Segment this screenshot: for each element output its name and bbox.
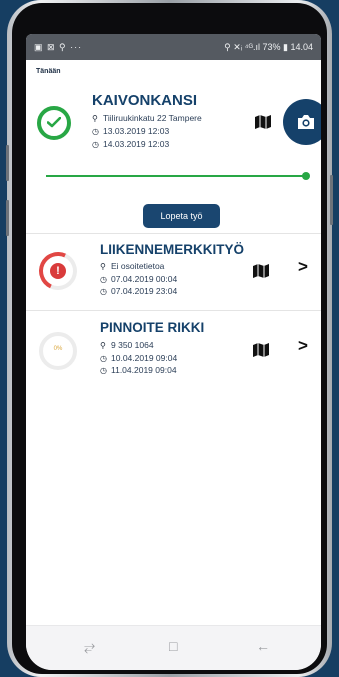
home-icon[interactable]: □ [169, 638, 177, 654]
divider [26, 310, 321, 311]
clock-end-icon: ◷ [100, 287, 107, 296]
status-system-info: ⚲ ✕ᵢ ⁴ᴳ.ıl 73% ▮ 14.04 [224, 42, 313, 52]
stop-work-button[interactable]: Lopeta työ [143, 204, 220, 228]
map-icon[interactable] [254, 114, 272, 130]
back-icon[interactable]: ← [256, 638, 270, 654]
progress-percent: 0% [53, 346, 63, 352]
divider [26, 233, 321, 234]
map-icon[interactable] [252, 263, 270, 279]
warning-status-ring: ! [33, 246, 83, 296]
location-pin-icon: ⚲ [100, 341, 106, 350]
active-task-address: ⚲ Tiiliruukinkatu 22 Tampere [92, 113, 202, 123]
clock-end-icon: ◷ [92, 140, 99, 149]
chevron-right-icon[interactable]: > [298, 336, 308, 356]
task-start-time: ◷ 10.04.2019 09:04 [100, 353, 178, 363]
status-notification-icons: ▣ ⊠ ⚲ ··· [34, 42, 83, 52]
status-bar: ▣ ⊠ ⚲ ··· ⚲ ✕ᵢ ⁴ᴳ.ıl 73% ▮ 14.04 [26, 34, 321, 60]
task-title[interactable]: LIIKENNEMERKKITYÖ [100, 242, 244, 257]
camera-icon [298, 115, 314, 129]
location-pin-icon: ⚲ [100, 262, 106, 271]
camera-button[interactable] [283, 99, 321, 145]
task-end-time: ◷ 11.04.2019 09:04 [100, 365, 177, 375]
clock-start-icon: ◷ [100, 354, 107, 363]
section-label-today: Tänään [36, 68, 61, 75]
task-title[interactable]: PINNOITE RIKKI [100, 320, 204, 335]
clock-start-icon: ◷ [100, 275, 107, 284]
task-address: ⚲ 9 350 1064 [100, 340, 154, 350]
task-end-time: ◷ 07.04.2019 23:04 [100, 286, 178, 296]
active-task-end-time: ◷ 14.03.2019 12:03 [92, 139, 170, 149]
android-nav-bar: ⥂ □ ← [26, 625, 321, 670]
location-pin-icon: ⚲ [92, 114, 98, 123]
side-button [330, 175, 333, 225]
recent-apps-icon[interactable]: ⥂ [84, 638, 95, 655]
task-start-time: ◷ 07.04.2019 00:04 [100, 274, 178, 284]
task-progress-track [46, 175, 305, 177]
map-icon[interactable] [252, 342, 270, 358]
task-progress-thumb[interactable] [302, 172, 310, 180]
clock-end-icon: ◷ [100, 366, 107, 375]
side-button [6, 200, 9, 236]
completed-check-icon [37, 106, 71, 140]
app-screen: ▣ ⊠ ⚲ ··· ⚲ ✕ᵢ ⁴ᴳ.ıl 73% ▮ 14.04 Tänään … [26, 34, 321, 670]
side-button [6, 145, 9, 181]
warning-icon: ! [50, 263, 66, 279]
task-address: ⚲ Ei osoitetietoa [100, 261, 165, 271]
chevron-right-icon[interactable]: > [298, 257, 308, 277]
active-task-title[interactable]: KAIVONKANSI [92, 92, 197, 109]
progress-ring: 0% [39, 332, 77, 370]
clock-start-icon: ◷ [92, 127, 99, 136]
active-task-start-time: ◷ 13.03.2019 12:03 [92, 126, 170, 136]
